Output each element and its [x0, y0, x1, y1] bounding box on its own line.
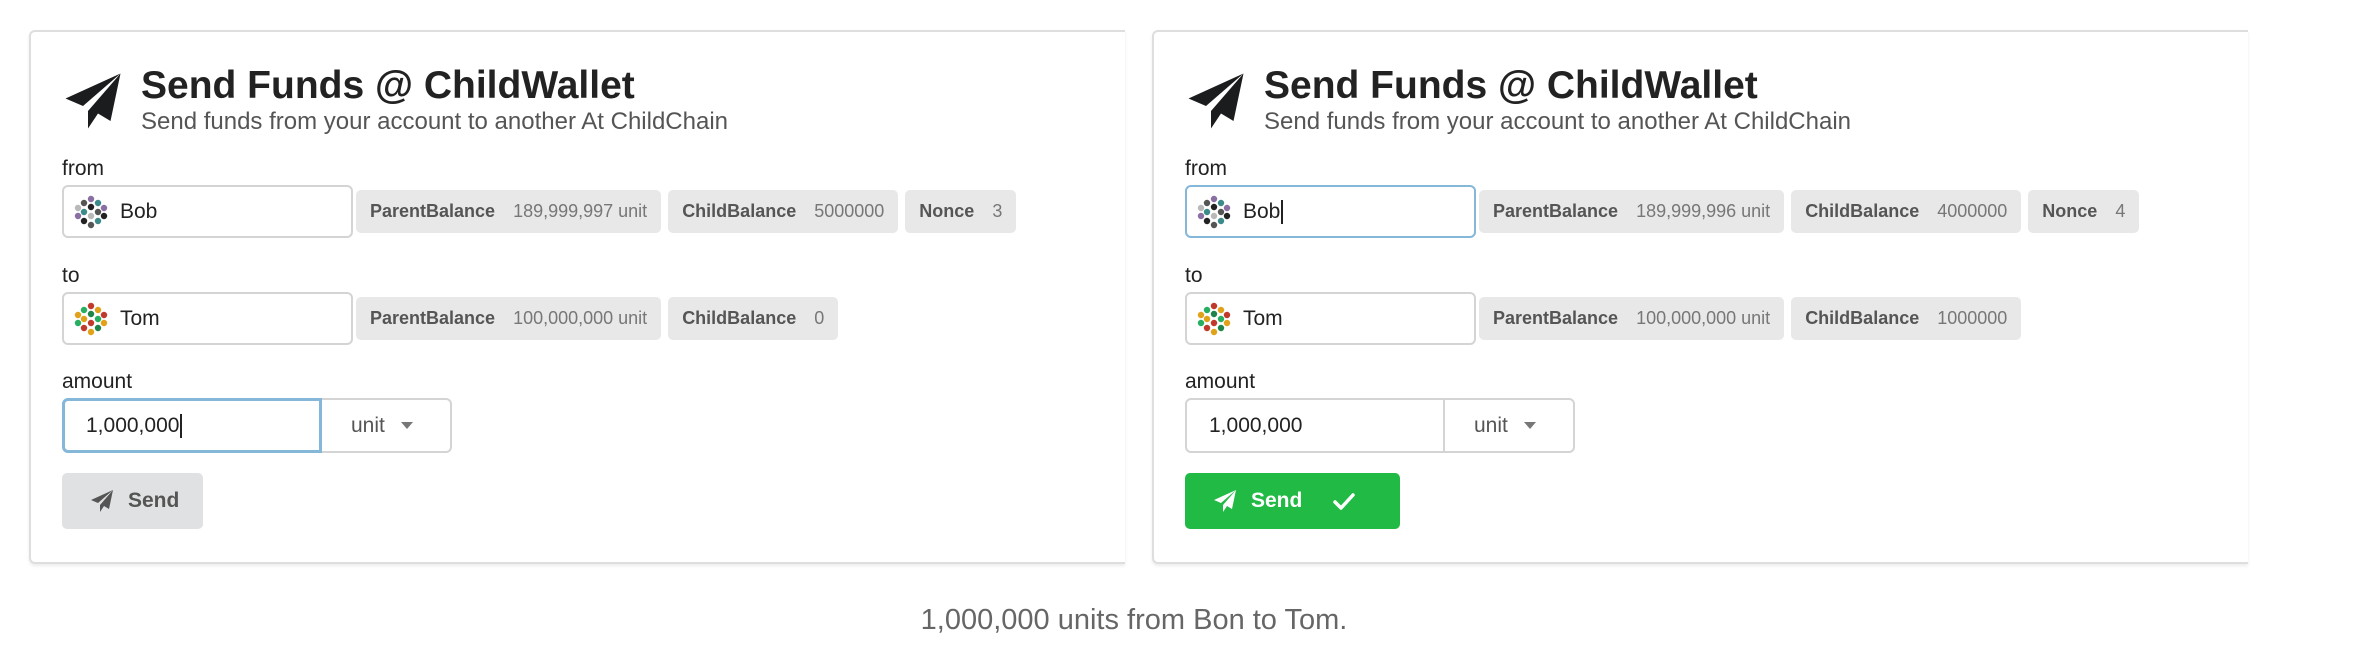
send-button[interactable]: Send: [1185, 473, 1400, 529]
text-cursor: [180, 413, 183, 438]
send-button[interactable]: Send: [62, 473, 203, 529]
amount-input[interactable]: 1,000,000: [1185, 398, 1445, 453]
to-account-value: Tom: [1243, 306, 1283, 330]
paper-plane-icon: [1188, 73, 1244, 129]
from-account-input[interactable]: Bob: [1185, 185, 1476, 238]
to-account-value: Tom: [120, 306, 160, 330]
child-balance-chip: ChildBalance 1000000: [1791, 297, 2022, 340]
unit-dropdown[interactable]: unit: [1445, 398, 1575, 453]
paper-plane-icon: [91, 490, 113, 512]
amount-value: 1,000,000: [86, 413, 180, 437]
unit-dropdown-value: unit: [1474, 413, 1508, 437]
chip-value: 5000000: [814, 201, 885, 221]
chip-value: 100,000,000 unit: [513, 308, 648, 328]
chip-key: ChildBalance: [1805, 308, 1920, 328]
identicon-avatar: [1197, 302, 1231, 336]
send-button-label: Send: [1251, 489, 1303, 512]
page-title: Send Funds @ ChildWallet: [141, 64, 635, 107]
identicon-avatar: [1197, 195, 1231, 229]
to-label: to: [1185, 264, 1203, 287]
figure-caption: 1,000,000 units from Bon to Tom.: [920, 604, 1348, 636]
from-account-info: ParentBalance 189,999,996 unit ChildBalan…: [1479, 190, 2140, 233]
chip-key: ChildBalance: [682, 201, 797, 221]
amount-label: amount: [1185, 370, 1256, 393]
unit-dropdown[interactable]: unit: [322, 398, 452, 453]
nonce-chip: Nonce 3: [905, 190, 1017, 233]
unit-dropdown-value: unit: [351, 413, 385, 437]
page-title: Send Funds @ ChildWallet: [1264, 64, 1758, 107]
chip-key: ChildBalance: [1805, 201, 1920, 221]
parent-balance-chip: ParentBalance 189,999,996 unit: [1479, 190, 1785, 233]
identicon-avatar: [74, 195, 108, 229]
from-label: from: [62, 157, 104, 180]
dropdown-caret-icon: [1523, 422, 1536, 429]
from-label: from: [1185, 157, 1227, 180]
chip-value: 100,000,000 unit: [1636, 308, 1771, 328]
chip-value: 4000000: [1937, 201, 2008, 221]
from-account-input[interactable]: Bob: [62, 185, 353, 238]
child-balance-chip: ChildBalance 5000000: [668, 190, 899, 233]
page-subtitle: Send funds from your account to another …: [141, 108, 729, 135]
nonce-chip: Nonce 4: [2028, 190, 2140, 233]
chip-value: 0: [814, 308, 825, 328]
chip-value: 1000000: [1937, 308, 2008, 328]
child-balance-chip: ChildBalance 0: [668, 297, 839, 340]
chip-value: 4: [2115, 201, 2126, 221]
chip-key: ParentBalance: [370, 308, 496, 328]
from-account-info: ParentBalance 189,999,997 unit ChildBalan…: [356, 190, 1017, 233]
chip-key: ParentBalance: [370, 201, 496, 221]
from-account-value: Bob: [120, 199, 158, 223]
parent-balance-chip: ParentBalance 189,999,997 unit: [356, 190, 662, 233]
paper-plane-icon: [65, 73, 121, 129]
chip-key: ChildBalance: [682, 308, 797, 328]
amount-label: amount: [62, 370, 133, 393]
identicon-avatar: [74, 302, 108, 336]
to-label: to: [62, 264, 80, 287]
chip-value: 189,999,996 unit: [1636, 201, 1771, 221]
checkmark-icon: [1333, 493, 1355, 510]
page-subtitle: Send funds from your account to another …: [1264, 108, 1852, 135]
parent-balance-chip: ParentBalance 100,000,000 unit: [1479, 297, 1785, 340]
paper-plane-icon: [1214, 490, 1236, 512]
chip-key: ParentBalance: [1493, 308, 1619, 328]
chip-key: ParentBalance: [1493, 201, 1619, 221]
dropdown-caret-icon: [400, 422, 413, 429]
text-cursor: [1281, 199, 1284, 224]
to-account-info: ParentBalance 100,000,000 unit ChildBalan…: [1479, 297, 2022, 340]
child-balance-chip: ChildBalance 4000000: [1791, 190, 2022, 233]
parent-balance-chip: ParentBalance 100,000,000 unit: [356, 297, 662, 340]
chip-key: Nonce: [2042, 201, 2098, 221]
chip-value: 189,999,997 unit: [513, 201, 648, 221]
to-account-input[interactable]: Tom: [62, 292, 353, 345]
chip-value: 3: [992, 201, 1003, 221]
amount-input[interactable]: 1,000,000: [62, 398, 322, 453]
to-account-input[interactable]: Tom: [1185, 292, 1476, 345]
chip-key: Nonce: [919, 201, 975, 221]
from-account-value: Bob: [1243, 199, 1281, 223]
send-funds-panel-after: Send Funds @ ChildWallet Send funds from…: [1152, 30, 2248, 564]
send-funds-panel-before: Send Funds @ ChildWallet Send funds from…: [29, 30, 1125, 564]
send-button-label: Send: [128, 489, 180, 512]
to-account-info: ParentBalance 100,000,000 unit ChildBalan…: [356, 297, 839, 340]
amount-value: 1,000,000: [1209, 413, 1303, 437]
